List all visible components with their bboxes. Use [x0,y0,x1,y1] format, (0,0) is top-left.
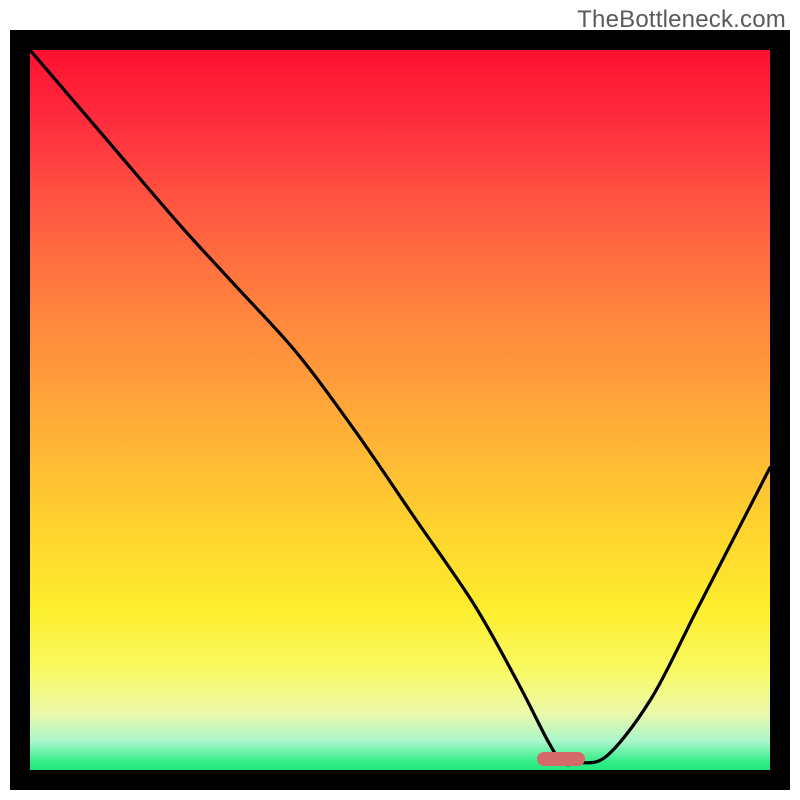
bottleneck-curve [30,50,770,770]
watermark-text: TheBottleneck.com [577,6,786,34]
optimal-point-marker [537,752,585,766]
chart-background-gradient [30,50,770,770]
bottleneck-chart [10,30,790,790]
